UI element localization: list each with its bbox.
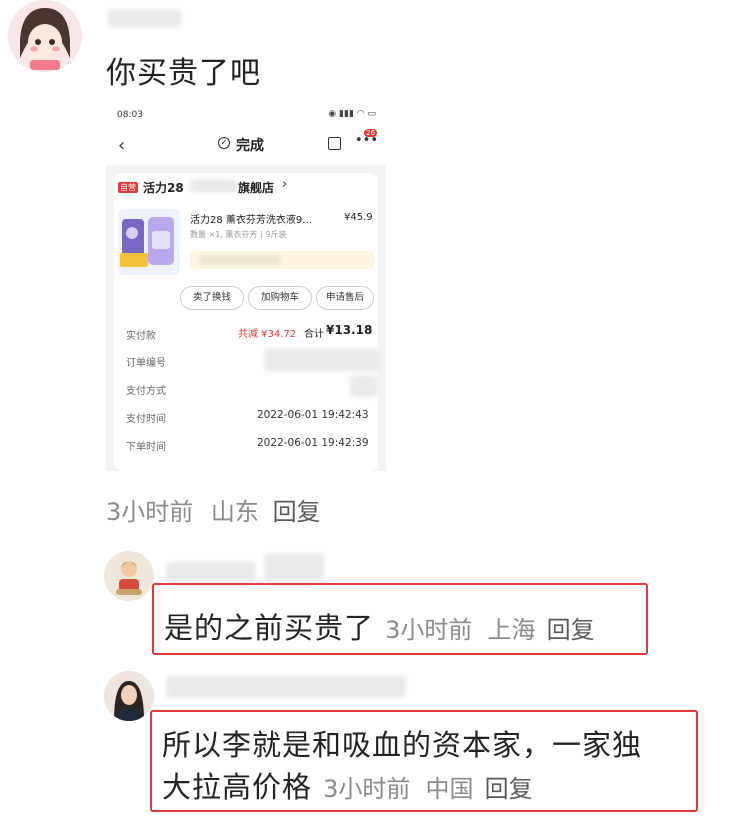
share-icon[interactable] [328,137,341,150]
store-name-prefix[interactable]: 活力28 [143,179,184,196]
reply2-time: 3小时前 [323,775,411,803]
resell-button[interactable]: 卖了换钱 [180,286,244,310]
order-number-label: 订单编号 [126,358,166,369]
post-location: 山东 [210,498,259,526]
check-circle-icon: ✓ [218,137,230,149]
reply1-content: 是的之前买贵了 3小时前 上海 回复 [164,605,595,647]
reply2-reply-button[interactable]: 回复 [485,775,533,803]
payment-method-obscured [350,375,378,397]
store-chevron-icon: › [282,177,288,192]
product-name[interactable]: 活力28 薰衣芬芳洗衣液9… [190,211,312,226]
total-chevron-icon: › [368,322,373,336]
add-to-cart-button[interactable]: 加购物车 [248,286,312,310]
paid-amount-label: 实付款 [126,331,156,342]
payment-time-value: 2022-06-01 19:42:43 [257,409,369,421]
product-price: ¥45.9 [344,212,373,223]
after-sales-button[interactable]: 申请售后 [316,286,374,310]
product-image[interactable] [118,209,180,275]
post-author-avatar[interactable] [8,0,82,72]
order-time-label: 下单时间 [126,442,166,453]
reply1-author-name[interactable] [166,562,256,582]
payment-time-label: 支付时间 [126,414,166,425]
post-time: 3小时前 [106,498,194,526]
order-status-title: 完成 [236,138,264,154]
post-reply-button[interactable]: 回复 [273,498,321,526]
post-meta: 3小时前 山东 回复 [106,492,321,527]
discount-amount: 共减 ¥34.72 [238,329,297,340]
product-spec: 数量 ×1, 薰衣芬芳丨9斤装 [190,230,287,239]
self-operated-tag: 自营 [118,182,138,193]
post-text: 你买贵了吧 [106,56,261,91]
signal-icons: ◉ ▮▮▮ ◠ ▭ [328,109,376,119]
reply1-time: 3小时前 [385,616,473,644]
reply2-author-name[interactable] [166,676,406,698]
back-icon[interactable]: ‹ [118,135,125,156]
reply1-avatar[interactable] [104,551,154,601]
reply2-text-line1: 所以李就是和吸血的资本家，一家独 [162,728,643,762]
reply1-reply-button[interactable]: 回复 [547,616,595,644]
post-author-name[interactable] [108,10,182,27]
total-label: 合计 [304,329,324,340]
status-bar: 08:03 ◉ ▮▮▮ ◠ ▭ [106,101,386,129]
status-time: 08:03 [117,110,143,120]
order-screenshot: 08:03 ◉ ▮▮▮ ◠ ▭ ‹ ✓ 完成 ••• 26 自营 活力28 旗舰… [106,101,386,471]
reply2-text-line2: 大拉高价格 [162,770,313,804]
total-value: ¥13.18 [326,323,373,337]
reply2-location: 中国 [425,775,474,803]
store-name-obscured [190,179,238,193]
reply2-line2: 大拉高价格 3小时前 中国 回复 [162,764,533,806]
message-badge: 26 [364,129,377,137]
payment-method-label: 支付方式 [126,386,166,397]
order-nav-bar: ‹ ✓ 完成 ••• 26 [106,129,386,165]
reply1-location: 上海 [487,616,536,644]
order-card: 自营 活力28 旗舰店 › 活力28 薰衣芬芳洗衣液9… ¥45.9 数量 ×1… [114,173,380,471]
order-time-value: 2022-06-01 19:42:39 [257,437,369,449]
order-number-obscured [264,349,380,371]
store-name-suffix[interactable]: 旗舰店 [238,179,274,196]
promo-text-obscured [200,255,280,265]
reply1-author-tag [264,554,324,582]
reply2-avatar[interactable] [104,671,154,721]
reply1-text: 是的之前买贵了 [164,611,375,645]
